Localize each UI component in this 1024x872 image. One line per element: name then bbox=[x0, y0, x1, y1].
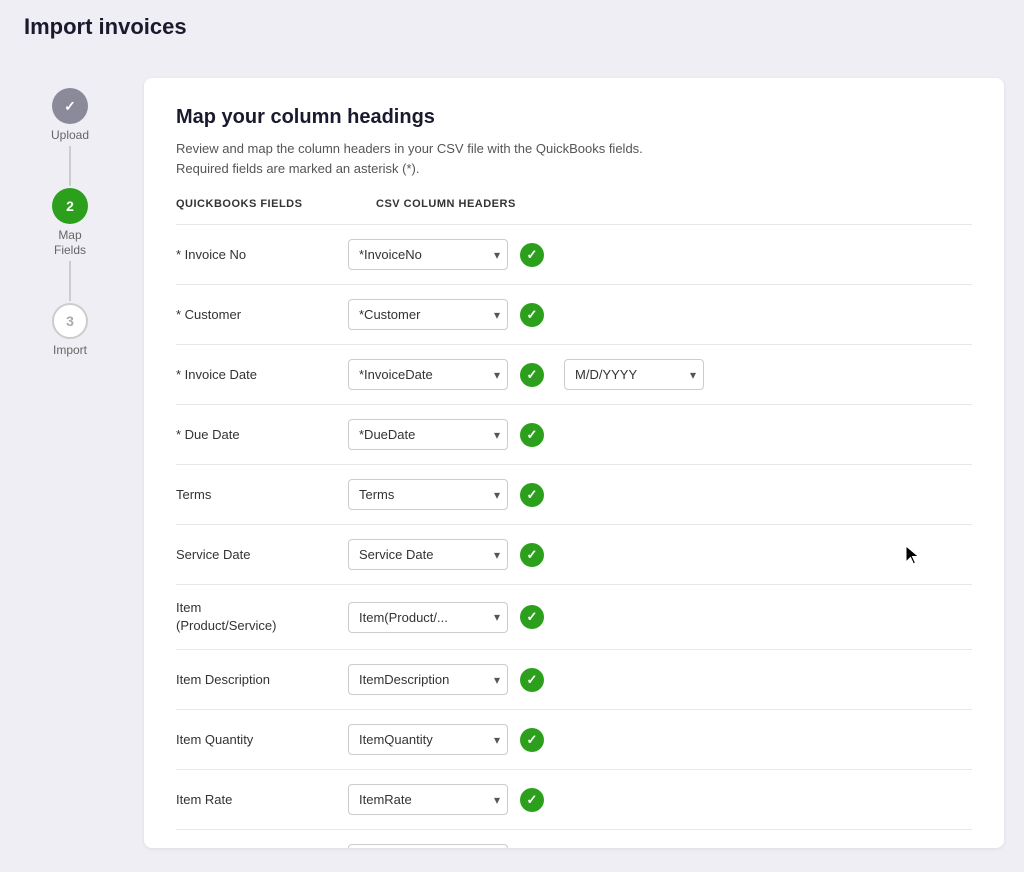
select-date-format[interactable]: M/D/YYYY D/M/YYYY YYYY/M/D bbox=[564, 359, 704, 390]
map-fields-card: Map your column headings Review and map … bbox=[144, 78, 1004, 848]
check-icon-customer: ✓ bbox=[520, 303, 544, 327]
field-label-due-date: * Due Date bbox=[176, 427, 336, 442]
field-row-terms: Terms Terms ▾ ✓ bbox=[176, 465, 972, 525]
date-format-wrapper: M/D/YYYY D/M/YYYY YYYY/M/D ▾ bbox=[556, 359, 704, 390]
card-description: Review and map the column headers in you… bbox=[176, 139, 972, 178]
field-label-terms: Terms bbox=[176, 487, 336, 502]
field-row-invoice-no: * Invoice No *InvoiceNo ▾ ✓ bbox=[176, 225, 972, 285]
step-connector-2 bbox=[69, 261, 71, 301]
field-label-item-desc: Item Description bbox=[176, 672, 336, 687]
col1-header: QUICKBOOKS FIELDS bbox=[176, 198, 376, 210]
field-label-service-date: Service Date bbox=[176, 547, 336, 562]
step-map-circle: 2 bbox=[52, 188, 88, 224]
step-upload-circle: ✓ bbox=[52, 88, 88, 124]
field-label-item-rate: Item Rate bbox=[176, 792, 336, 807]
select-due-date[interactable]: *DueDate bbox=[348, 419, 508, 450]
field-label-item-qty: Item Quantity bbox=[176, 732, 336, 747]
step-map: 2 MapFields bbox=[52, 188, 88, 259]
field-row-service-date: Service Date Service Date ▾ ✓ bbox=[176, 525, 972, 585]
select-item-qty[interactable]: ItemQuantity bbox=[348, 724, 508, 755]
field-rows: * Invoice No *InvoiceNo ▾ ✓ * Customer *… bbox=[176, 224, 972, 848]
field-label-customer: * Customer bbox=[176, 307, 336, 322]
step-connector-1 bbox=[69, 146, 71, 186]
check-icon-item-rate: ✓ bbox=[520, 788, 544, 812]
select-wrapper-terms: Terms ▾ bbox=[348, 479, 508, 510]
cursor-icon bbox=[904, 544, 922, 566]
step-import: 3 Import bbox=[52, 303, 88, 359]
select-wrapper-item-desc: ItemDescription ▾ bbox=[348, 664, 508, 695]
select-wrapper-item-amount: Item... ▾ bbox=[348, 844, 508, 848]
select-wrapper-item-product: Item(Product/... ▾ bbox=[348, 602, 508, 633]
stepper: ✓ Upload 2 MapFields 3 Import bbox=[20, 78, 120, 848]
select-service-date[interactable]: Service Date bbox=[348, 539, 508, 570]
field-row-item-desc: Item Description ItemDescription ▾ ✓ bbox=[176, 650, 972, 710]
page-title: Import invoices bbox=[24, 14, 1000, 40]
step-import-label: Import bbox=[53, 343, 87, 359]
check-icon-service-date: ✓ bbox=[520, 543, 544, 567]
field-row-item-product: Item(Product/Service) Item(Product/... ▾… bbox=[176, 585, 972, 650]
field-row-item-amount: Item Amount Item... ▾ ✓ bbox=[176, 830, 972, 848]
check-icon-item-qty: ✓ bbox=[520, 728, 544, 752]
field-row-due-date: * Due Date *DueDate ▾ ✓ bbox=[176, 405, 972, 465]
field-label-invoice-no: * Invoice No bbox=[176, 247, 336, 262]
card-title: Map your column headings bbox=[176, 106, 972, 129]
field-label-item-product: Item(Product/Service) bbox=[176, 599, 336, 635]
select-wrapper-item-rate: ItemRate ▾ bbox=[348, 784, 508, 815]
col2-header: CSV COLUMN HEADERS bbox=[376, 198, 576, 210]
field-label-invoice-date: * Invoice Date bbox=[176, 367, 336, 382]
page-header: Import invoices bbox=[0, 0, 1024, 54]
select-invoice-date[interactable]: *InvoiceDate bbox=[348, 359, 508, 390]
field-row-invoice-date: * Invoice Date *InvoiceDate ▾ ✓ M/D/YYYY… bbox=[176, 345, 972, 405]
select-wrapper-invoice-date: *InvoiceDate ▾ bbox=[348, 359, 508, 390]
select-terms[interactable]: Terms bbox=[348, 479, 508, 510]
select-wrapper-invoice-no: *InvoiceNo ▾ bbox=[348, 239, 508, 270]
check-icon-terms: ✓ bbox=[520, 483, 544, 507]
select-wrapper-customer: *Customer ▾ bbox=[348, 299, 508, 330]
field-row-item-rate: Item Rate ItemRate ▾ ✓ bbox=[176, 770, 972, 830]
select-item-desc[interactable]: ItemDescription bbox=[348, 664, 508, 695]
select-wrapper-due-date: *DueDate ▾ bbox=[348, 419, 508, 450]
select-item-rate[interactable]: ItemRate bbox=[348, 784, 508, 815]
step-upload-label: Upload bbox=[51, 128, 89, 144]
check-icon-due-date: ✓ bbox=[520, 423, 544, 447]
select-item-amount[interactable]: Item... bbox=[348, 844, 508, 848]
check-icon-invoice-no: ✓ bbox=[520, 243, 544, 267]
step-map-label: MapFields bbox=[54, 228, 86, 259]
select-wrapper-item-qty: ItemQuantity ▾ bbox=[348, 724, 508, 755]
step-upload: ✓ Upload bbox=[51, 88, 89, 144]
select-wrapper-service-date: Service Date ▾ bbox=[348, 539, 508, 570]
field-row-item-qty: Item Quantity ItemQuantity ▾ ✓ bbox=[176, 710, 972, 770]
select-item-product[interactable]: Item(Product/... bbox=[348, 602, 508, 633]
check-icon-item-desc: ✓ bbox=[520, 668, 544, 692]
check-icon-invoice-date: ✓ bbox=[520, 363, 544, 387]
field-row-customer: * Customer *Customer ▾ ✓ bbox=[176, 285, 972, 345]
select-invoice-no[interactable]: *InvoiceNo bbox=[348, 239, 508, 270]
select-customer[interactable]: *Customer bbox=[348, 299, 508, 330]
step-import-circle: 3 bbox=[52, 303, 88, 339]
column-headers: QUICKBOOKS FIELDS CSV COLUMN HEADERS bbox=[176, 198, 972, 218]
check-icon-item-product: ✓ bbox=[520, 605, 544, 629]
